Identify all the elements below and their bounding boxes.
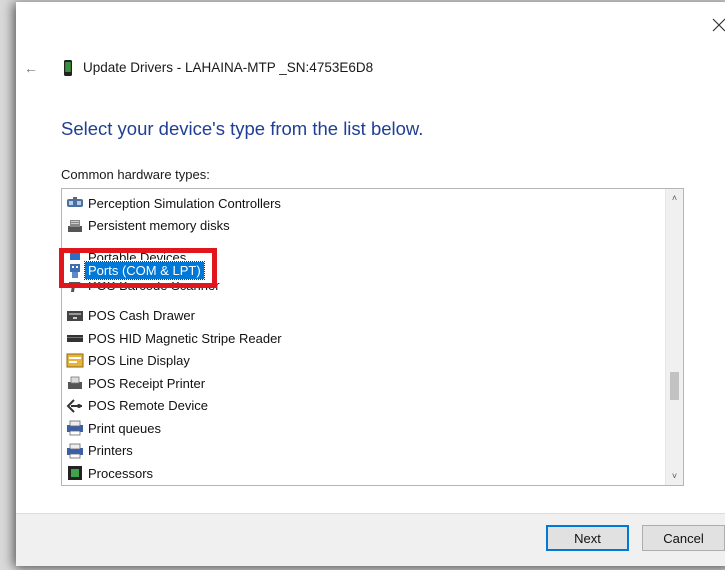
- close-icon[interactable]: [712, 18, 725, 32]
- list-item-label: POS Receipt Printer: [88, 375, 206, 391]
- list-item-pos-barcode-scanner[interactable]: POS Barcode Scanner: [66, 282, 663, 305]
- back-arrow-icon[interactable]: ←: [24, 58, 38, 78]
- next-button[interactable]: Next: [546, 525, 629, 551]
- cancel-button[interactable]: Cancel: [642, 525, 725, 551]
- list-item-label: Processors: [88, 465, 154, 481]
- line-display-icon: [66, 353, 84, 369]
- list-item-label: POS Barcode Scanner: [88, 282, 220, 293]
- list-item-persistent-memory-disks[interactable]: Persistent memory disks: [66, 215, 663, 238]
- hardware-types-list: Perception Simulation Controllers Persis…: [66, 192, 663, 485]
- card-reader-icon: [66, 330, 84, 346]
- page-heading: Select your device's type from the list …: [61, 118, 424, 139]
- list-item-pos-cash-drawer[interactable]: POS Cash Drawer: [66, 305, 663, 328]
- list-item-label: POS Line Display: [88, 353, 190, 369]
- list-item-print-queues[interactable]: Print queues: [66, 417, 663, 440]
- list-item-label: Persistent memory disks: [88, 218, 230, 234]
- list-item-ports-com-lpt[interactable]: Ports (COM & LPT): [66, 260, 663, 283]
- list-item-portable-devices[interactable]: Portable Devices: [66, 237, 663, 260]
- list-item-label: Printers: [88, 443, 133, 459]
- portable-device-icon: [66, 249, 84, 260]
- list-scrollbar[interactable]: ˄ ˅: [665, 189, 683, 485]
- list-item-pos-remote-device[interactable]: POS Remote Device: [66, 395, 663, 418]
- dialog-footer: Next Cancel: [16, 513, 725, 566]
- receipt-printer-icon: [66, 375, 84, 391]
- window-title: Update Drivers - LAHAINA-MTP _SN:4753E6D…: [83, 60, 374, 75]
- list-item-processors[interactable]: Processors: [66, 462, 663, 485]
- list-item-label: POS HID Magnetic Stripe Reader: [88, 330, 282, 346]
- scroll-up-icon[interactable]: ˄: [666, 189, 683, 207]
- printer-icon: [66, 443, 84, 459]
- barcode-scanner-icon: [66, 282, 84, 293]
- update-drivers-window: ← Update Drivers - LAHAINA-MTP _SN:4753E…: [16, 2, 725, 566]
- remote-device-icon: [66, 398, 84, 414]
- phone-device-icon: [64, 60, 72, 76]
- port-connector-icon: [66, 263, 84, 279]
- hardware-types-listbox[interactable]: Perception Simulation Controllers Persis…: [61, 188, 684, 486]
- list-item-label: POS Cash Drawer: [88, 308, 195, 324]
- list-item-printers[interactable]: Printers: [66, 440, 663, 463]
- list-item-label: Portable Devices: [88, 249, 187, 260]
- memory-disk-icon: [66, 218, 84, 234]
- list-item-pos-hid-magnetic-stripe-reader[interactable]: POS HID Magnetic Stripe Reader: [66, 327, 663, 350]
- scroll-thumb[interactable]: [670, 372, 679, 400]
- list-item-pos-line-display[interactable]: POS Line Display: [66, 350, 663, 373]
- hardware-types-label: Common hardware types:: [61, 167, 210, 182]
- vr-headset-icon: [66, 195, 84, 211]
- list-item-pos-receipt-printer[interactable]: POS Receipt Printer: [66, 372, 663, 395]
- print-queue-icon: [66, 420, 84, 436]
- list-item-label: Print queues: [88, 420, 161, 436]
- list-item-label: POS Remote Device: [88, 398, 208, 414]
- list-item-label: Perception Simulation Controllers: [88, 195, 281, 211]
- scroll-down-icon[interactable]: ˅: [666, 467, 683, 485]
- list-item-label: Ports (COM & LPT): [84, 261, 205, 281]
- window-header: ← Update Drivers - LAHAINA-MTP _SN:4753E…: [16, 58, 725, 78]
- processor-icon: [66, 465, 84, 481]
- cash-drawer-icon: [66, 308, 84, 324]
- list-item-perception-simulation-controllers[interactable]: Perception Simulation Controllers: [66, 192, 663, 215]
